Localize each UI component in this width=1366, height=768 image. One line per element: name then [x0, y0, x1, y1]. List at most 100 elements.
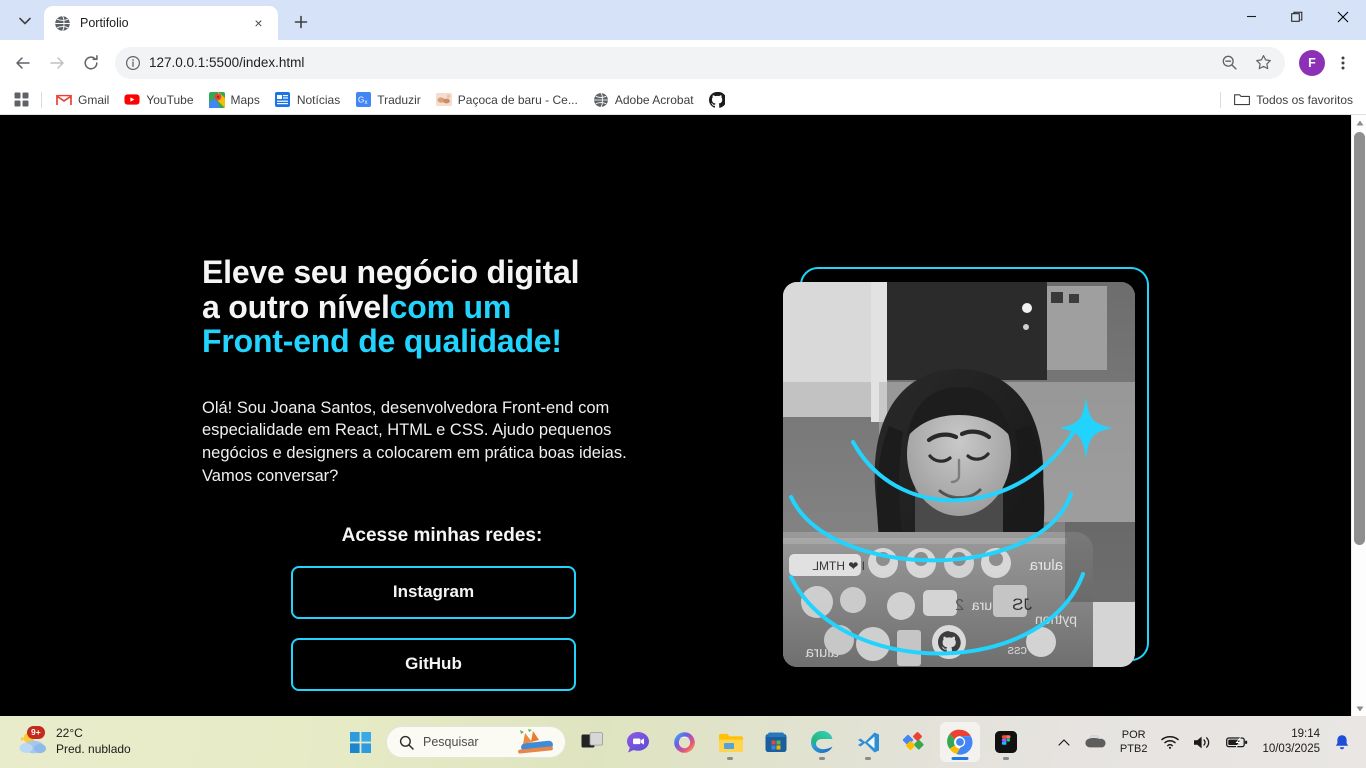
youtube-icon	[124, 92, 140, 108]
bookmark-label: Traduzir	[377, 92, 421, 107]
image-icon	[435, 92, 452, 108]
github-button[interactable]: GitHub	[291, 637, 576, 691]
start-button[interactable]	[340, 722, 380, 762]
bookmark-star-icon[interactable]	[1247, 47, 1279, 79]
close-window-button[interactable]	[1320, 0, 1366, 33]
google-chrome-button[interactable]	[940, 722, 980, 762]
battery-button[interactable]	[1220, 722, 1254, 762]
developer-photo: I ❤ HTML alura 2 alura JS alura css pyth…	[783, 282, 1135, 667]
chat-button[interactable]	[618, 722, 658, 762]
profile-avatar[interactable]: F	[1299, 49, 1325, 76]
bookmark-adobe-acrobat[interactable]: Adobe Acrobat	[586, 88, 701, 112]
scroll-down-button[interactable]	[1352, 701, 1366, 716]
window-controls	[1228, 0, 1366, 40]
reload-icon	[84, 54, 98, 69]
new-tab-button[interactable]	[286, 7, 316, 37]
vscode-icon	[857, 732, 879, 752]
all-bookmarks-area: Todos os favoritos	[1214, 88, 1360, 112]
plus-icon	[294, 15, 308, 29]
tab-strip: Portifolio ×	[0, 0, 1366, 40]
portfolio-page: Eleve seu negócio digital a outro nívelc…	[0, 115, 1351, 716]
wifi-button[interactable]	[1155, 722, 1185, 762]
chat-icon	[627, 731, 649, 752]
clock-button[interactable]: 19:14 10/03/2025	[1256, 722, 1326, 762]
microsoft-store-button[interactable]	[756, 722, 796, 762]
tab-search-button[interactable]	[10, 7, 40, 35]
diamond-icon	[902, 732, 924, 750]
instagram-button[interactable]: Instagram	[291, 565, 576, 619]
page-scrollbar[interactable]	[1351, 115, 1366, 716]
browser-window: Portifolio × 127.0.0.1:5500/index.html F…	[0, 0, 1366, 716]
language-indicator[interactable]: POR PTB2	[1114, 722, 1154, 762]
svg-text:2: 2	[955, 597, 964, 614]
svg-text:x: x	[364, 100, 367, 106]
folder-icon	[1234, 92, 1251, 108]
restore-icon	[1291, 11, 1303, 22]
site-info-icon[interactable]	[125, 55, 141, 71]
chevron-up-icon	[1058, 738, 1070, 746]
svg-text:css: css	[1007, 642, 1027, 657]
speaker-icon	[1194, 736, 1210, 748]
scroll-up-button[interactable]	[1352, 115, 1366, 130]
maps-icon	[208, 91, 225, 108]
svg-text:G: G	[358, 96, 364, 105]
file-explorer-button[interactable]	[710, 722, 750, 762]
bookmark-github[interactable]	[702, 88, 738, 112]
bookmark-gmail[interactable]: Gmail	[49, 88, 116, 112]
divider	[41, 91, 42, 108]
bookmark-maps[interactable]: Maps	[202, 88, 267, 112]
taskview-button[interactable]	[572, 722, 612, 762]
tab-close-button[interactable]: ×	[249, 14, 268, 33]
svg-text:python: python	[1035, 611, 1077, 627]
bookmark-youtube[interactable]: YouTube	[117, 88, 200, 112]
bookmark-label: Notícias	[296, 92, 341, 107]
tab-title: Portifolio	[80, 16, 129, 30]
minimize-icon	[1246, 15, 1256, 18]
clock-date: 10/03/2025	[1262, 743, 1320, 755]
minimize-button[interactable]	[1228, 0, 1274, 33]
language-secondary: PTB2	[1119, 743, 1148, 755]
task-view-icon	[581, 732, 603, 748]
page-title: Eleve seu negócio digital a outro nívelc…	[202, 255, 662, 359]
zoom-out-icon[interactable]	[1213, 47, 1245, 79]
forward-button[interactable]	[41, 47, 73, 79]
browser-tab[interactable]: Portifolio ×	[44, 6, 278, 40]
app-diamond-button[interactable]	[894, 722, 934, 762]
headline-accent-1: com um	[389, 288, 512, 325]
onedrive-button[interactable]	[1078, 722, 1112, 762]
bookmark-traduzir[interactable]: Gx Traduzir	[348, 88, 428, 112]
folder-icon	[718, 733, 743, 752]
tray-overflow-button[interactable]	[1052, 722, 1076, 762]
bookmark-label: YouTube	[146, 92, 194, 107]
apps-grid-icon[interactable]	[8, 88, 34, 112]
headline-accent-2: Front-end de qualidade!	[202, 323, 562, 360]
search-illustration-icon	[515, 729, 557, 755]
edge-icon	[811, 731, 833, 753]
figma-button[interactable]	[986, 722, 1026, 762]
copilot-button[interactable]	[664, 722, 704, 762]
address-bar[interactable]: 127.0.0.1:5500/index.html	[115, 46, 1285, 79]
chrome-menu-button[interactable]	[1327, 47, 1359, 79]
search-placeholder: Pesquisar	[423, 735, 479, 749]
copilot-icon	[673, 731, 695, 753]
microsoft-edge-button[interactable]	[802, 722, 842, 762]
bookmark-pacoca[interactable]: Paçoca de baru - Ce...	[429, 88, 585, 112]
back-button[interactable]	[7, 47, 39, 79]
vs-code-button[interactable]	[848, 722, 888, 762]
figma-icon	[995, 731, 1017, 753]
volume-button[interactable]	[1187, 722, 1218, 762]
bookmark-label: Gmail	[78, 92, 110, 107]
all-bookmarks-button[interactable]: Todos os favoritos	[1227, 88, 1360, 112]
bookmark-label: Adobe Acrobat	[614, 92, 694, 107]
bookmark-label: Paçoca de baru - Ce...	[457, 92, 578, 107]
notifications-button[interactable]	[1328, 722, 1356, 762]
reload-button[interactable]	[75, 47, 107, 79]
bookmarks-bar: Gmail YouTube Maps Notícias G x Traduzir…	[0, 85, 1366, 115]
caret-down-icon	[1356, 706, 1363, 711]
scrollbar-thumb[interactable]	[1354, 132, 1365, 545]
bookmark-noticias[interactable]: Notícias	[268, 88, 347, 112]
hero-image-block: I ❤ HTML alura 2 alura JS alura css pyth…	[783, 267, 1149, 667]
battery-icon	[1226, 737, 1248, 748]
taskbar-search[interactable]: Pesquisar	[386, 726, 566, 758]
restore-button[interactable]	[1274, 0, 1320, 33]
